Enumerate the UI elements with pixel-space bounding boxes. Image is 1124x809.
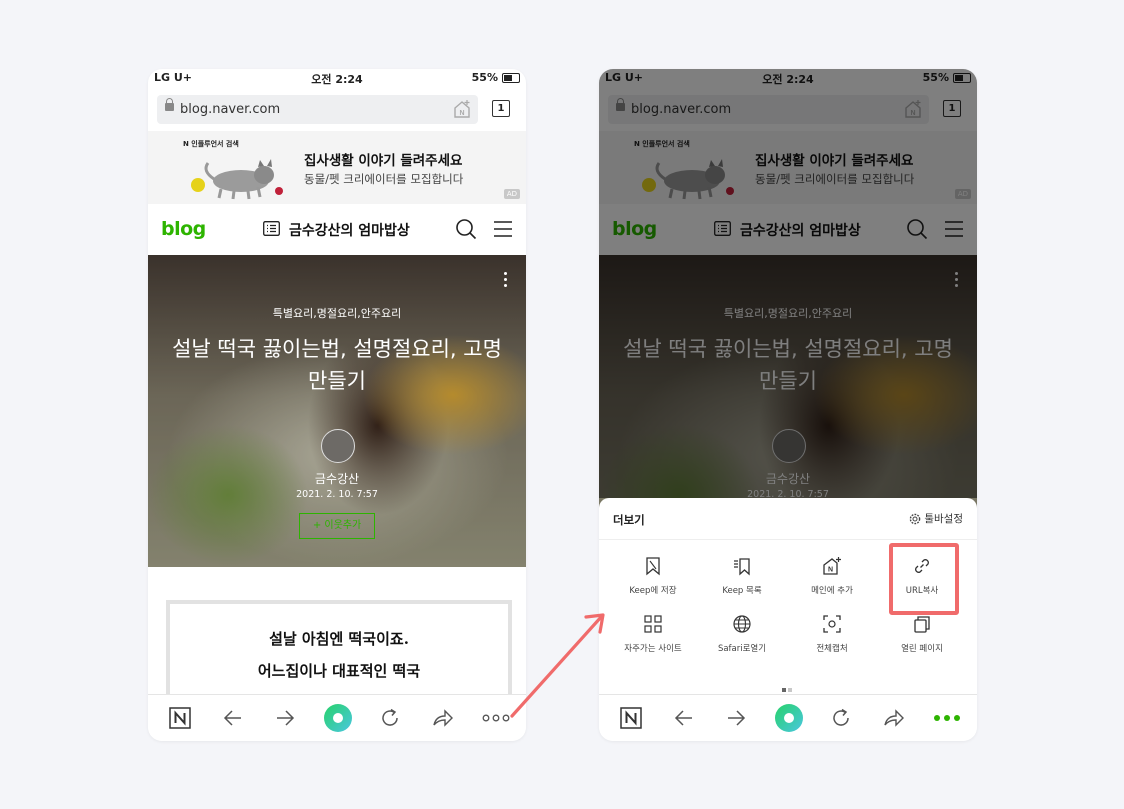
globe-icon xyxy=(733,615,751,633)
blog-title[interactable]: 금수강산의 엄마밥상 xyxy=(289,220,410,240)
ad-brand: N 인플루언서 검색 xyxy=(183,140,239,148)
address-bar[interactable]: blog.naver.com N xyxy=(157,95,478,124)
tab-count: 1 xyxy=(492,100,510,117)
open-in-safari-item[interactable]: Safari로열기 xyxy=(697,614,787,666)
sheet-divider xyxy=(599,539,977,540)
forward-arrow-icon[interactable] xyxy=(724,706,748,730)
menu-icon[interactable] xyxy=(493,220,513,238)
browser-toolbar xyxy=(599,694,977,741)
add-neighbor-button[interactable]: + 이웃추가 xyxy=(299,513,375,539)
toolbar-settings-button[interactable]: 툴바설정 xyxy=(909,511,963,526)
ad-headline: 집사생활 이야기 들려주세요 xyxy=(304,153,463,169)
capture-icon xyxy=(823,615,841,633)
page-dot-active xyxy=(782,688,786,692)
item-label: Keep에 저장 xyxy=(629,586,677,596)
status-time: 오전 2:24 xyxy=(311,73,363,86)
grid-icon xyxy=(644,615,662,633)
item-label: 열린 페이지 xyxy=(901,644,943,654)
add-to-home-icon[interactable]: N xyxy=(452,99,472,119)
ad-badge: AD xyxy=(503,189,520,199)
toolbar-settings-label: 툴바설정 xyxy=(924,513,963,525)
frequent-sites-item[interactable]: 자주가는 사이트 xyxy=(608,614,698,666)
item-label: Safari로열기 xyxy=(717,644,767,654)
post-body-line: 어느집이나 대표적인 떡국 xyxy=(257,662,421,680)
reload-icon[interactable] xyxy=(378,706,402,730)
list-icon[interactable] xyxy=(263,221,280,236)
post-date: 2021. 2. 10. 7:57 xyxy=(296,489,378,500)
post-body-line: 설날 아침엔 떡국이죠. xyxy=(269,630,409,648)
more-options-icon[interactable] xyxy=(504,272,508,288)
phone-screen-more-menu: LG U+ 오전 2:24 55% blog.naver.com N 1 N 인… xyxy=(599,69,977,741)
open-pages-item[interactable]: 열린 페이지 xyxy=(877,614,967,666)
dim-overlay[interactable] xyxy=(599,69,977,498)
more-dots-icon-active[interactable] xyxy=(932,706,962,730)
pages-icon xyxy=(914,616,930,633)
status-bar: LG U+ 오전 2:24 55% xyxy=(148,69,526,88)
item-label: Keep 목록 xyxy=(722,586,762,596)
back-arrow-icon[interactable] xyxy=(672,706,696,730)
url-copy-highlight-box xyxy=(889,543,959,615)
naver-home-icon[interactable] xyxy=(619,706,643,730)
browser-toolbar xyxy=(148,694,526,741)
battery-percent: 55% xyxy=(471,71,498,84)
page-dot xyxy=(788,688,792,692)
sheet-title: 더보기 xyxy=(613,513,645,527)
keep-list-icon xyxy=(734,558,750,576)
share-icon[interactable] xyxy=(882,706,906,730)
svg-text:N: N xyxy=(828,567,833,574)
url-text: blog.naver.com xyxy=(180,102,281,117)
keep-list-item[interactable]: Keep 목록 xyxy=(697,556,787,608)
full-capture-item[interactable]: 전체캡처 xyxy=(787,614,877,666)
keep-save-item[interactable]: Keep에 저장 xyxy=(608,556,698,608)
green-dot-button[interactable] xyxy=(775,704,803,732)
post-author[interactable]: 금수강산 xyxy=(148,470,526,487)
post-hero: 특별요리,명절요리,안주요리 설날 떡국 끓이는법, 설명절요리, 고명 만들기… xyxy=(148,255,526,567)
item-label: 전체캡처 xyxy=(816,644,848,654)
phone-screen-blog: LG U+ 오전 2:24 55% blog.naver.com N 1 N 인… xyxy=(148,69,526,741)
blog-logo[interactable]: blog xyxy=(161,218,206,240)
gear-icon xyxy=(910,513,921,525)
author-avatar[interactable] xyxy=(321,429,355,463)
tabs-button[interactable]: 1 xyxy=(492,100,510,117)
home-add-icon: N xyxy=(823,557,841,575)
post-title: 설날 떡국 끓이는법, 설명절요리, 고명 만들기 xyxy=(172,337,502,393)
blog-header: blog 금수강산의 엄마밥상 xyxy=(148,204,526,256)
post-category[interactable]: 특별요리,명절요리,안주요리 xyxy=(148,305,526,321)
search-icon[interactable] xyxy=(455,218,477,240)
naver-home-icon[interactable] xyxy=(168,706,192,730)
cat-image xyxy=(191,159,283,200)
battery-icon xyxy=(502,73,520,83)
item-label: 자주가는 사이트 xyxy=(624,644,682,654)
lock-icon xyxy=(165,98,174,111)
bookmark-icon xyxy=(646,557,660,576)
forward-arrow-icon[interactable] xyxy=(273,706,297,730)
back-arrow-icon[interactable] xyxy=(221,706,245,730)
share-icon[interactable] xyxy=(431,706,455,730)
reload-icon[interactable] xyxy=(829,706,853,730)
ad-banner[interactable]: N 인플루언서 검색 집사생활 이야기 들려주세요 동물/펫 크리에이터를 모집… xyxy=(148,131,526,204)
item-label: 메인에 추가 xyxy=(811,586,853,596)
svg-text:N: N xyxy=(459,110,464,117)
green-dot-button[interactable] xyxy=(324,704,352,732)
pointer-arrow xyxy=(510,613,605,718)
ad-subline: 동물/펫 크리에이터를 모집합니다 xyxy=(304,172,464,186)
add-to-main-item[interactable]: N 메인에 추가 xyxy=(787,556,877,608)
